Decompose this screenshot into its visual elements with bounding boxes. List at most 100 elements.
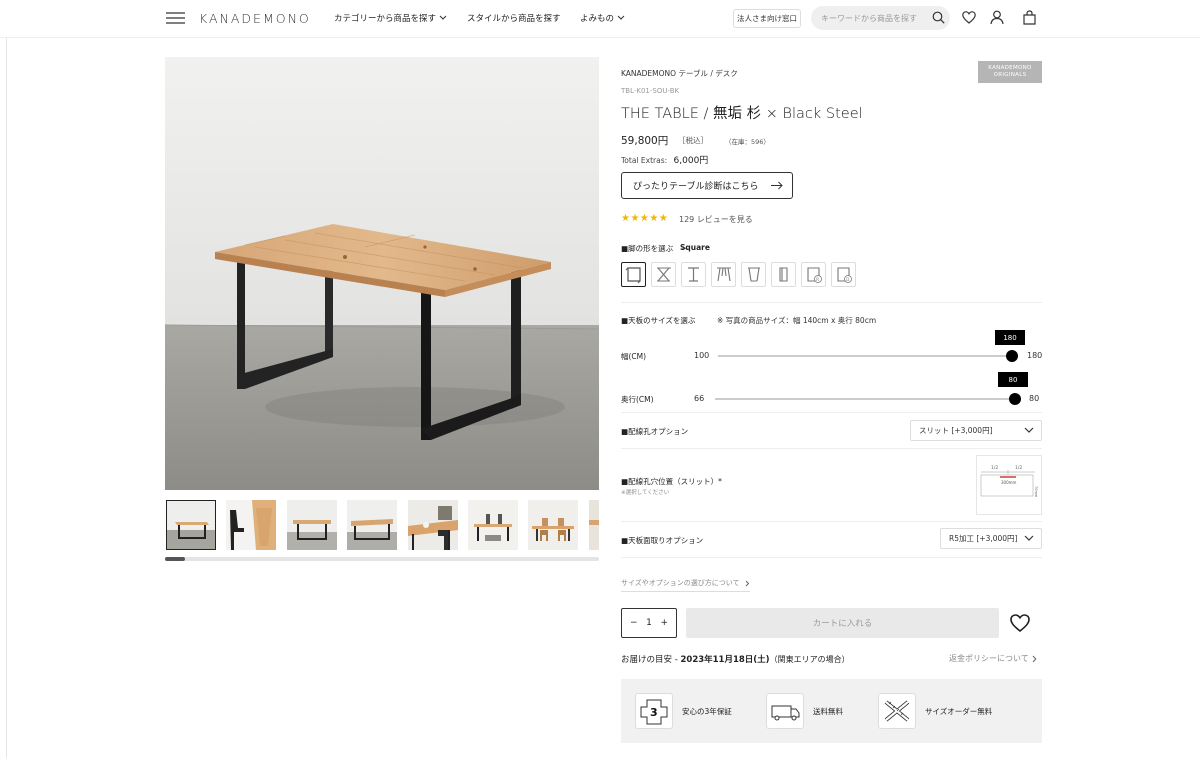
qty-value: 1: [646, 618, 652, 628]
nav-reading[interactable]: よみもの: [580, 12, 625, 24]
product-sku: TBL-K01-SOU-BK: [621, 87, 680, 95]
search-icon[interactable]: [932, 11, 945, 24]
warranty-3yr-icon: 3: [635, 693, 673, 729]
width-min: 100: [694, 351, 710, 360]
a-leg-icon[interactable]: [711, 262, 736, 287]
width-slider-track[interactable]: [718, 355, 1013, 357]
round-d-leg-icon[interactable]: D: [831, 262, 856, 287]
gallery-thumbnail[interactable]: [408, 500, 458, 550]
svg-text:3: 3: [650, 706, 658, 719]
site-logo[interactable]: KANADEMONO: [199, 11, 311, 26]
breadcrumb[interactable]: KANADEMONO テーブル / デスク: [621, 68, 738, 79]
table-diagnosis-label: ぴったりテーブル診断はこちら: [633, 182, 759, 192]
options-guide-link[interactable]: サイズやオプションの選び方について: [621, 578, 750, 592]
cart-icon[interactable]: [1023, 10, 1036, 25]
rating-stars: ★★★★★: [621, 213, 669, 224]
section-divider: [621, 412, 1042, 413]
nav-style[interactable]: スタイルから商品を探す: [467, 12, 561, 24]
leg-shape-label: ■脚の形を選ぶ —: [621, 244, 689, 253]
slit-width-label: 300mm: [1001, 480, 1017, 485]
qty-minus-button[interactable]: −: [630, 618, 638, 628]
feature-shipping-label: 送料無料: [813, 707, 843, 716]
section-divider: [621, 448, 1042, 449]
chamfer-value: R5加工 [+3,000円]: [949, 534, 1018, 543]
wiring-hole-select[interactable]: スリット [+3,000円]: [910, 420, 1042, 441]
heart-icon[interactable]: [962, 11, 976, 24]
round-r-leg-icon[interactable]: R: [801, 262, 826, 287]
options-guide-label: サイズやオプションの選び方について: [621, 579, 740, 587]
square-leg-icon[interactable]: [621, 262, 646, 287]
gallery-thumbnail[interactable]: [347, 500, 397, 550]
product-main-image[interactable]: [165, 57, 599, 490]
total-extras: Total Extras: 6,000円: [621, 153, 708, 166]
chevron-right-icon: [745, 580, 750, 587]
width-slider-knob[interactable]: [1006, 350, 1018, 362]
stock-count: （在庫：596）: [725, 138, 770, 146]
depth-min: 66: [694, 394, 705, 403]
corporate-inquiry-button[interactable]: 法人さま向け窓口: [733, 9, 801, 28]
gallery-thumbnail[interactable]: [589, 500, 599, 550]
feature-size-order-label: サイズオーダー無料: [925, 707, 993, 716]
total-extras-label: Total Extras:: [621, 156, 668, 165]
nav-style-label: スタイルから商品を探す: [467, 14, 561, 24]
gallery-scrollbar-thumb[interactable]: [165, 557, 185, 561]
reviews-link[interactable]: 129 レビューを見る: [679, 214, 753, 225]
depth-value-tooltip: 80: [998, 372, 1028, 387]
menu-icon[interactable]: [166, 12, 185, 24]
bar-leg-icon[interactable]: [771, 262, 796, 287]
section-divider: [621, 521, 1042, 522]
originals-badge-line2: ORIGINALS: [993, 72, 1027, 78]
section-divider: [621, 302, 1042, 303]
taper-leg-icon[interactable]: [741, 262, 766, 287]
slit-depth-label: 70mm: [1034, 486, 1038, 498]
svg-text:D: D: [846, 277, 849, 282]
width-value-tooltip: 180: [995, 330, 1025, 345]
slit-right-label: 1/2: [1015, 465, 1022, 471]
qty-plus-button[interactable]: +: [660, 618, 668, 628]
table-diagnosis-button[interactable]: ぴったりテーブル診断はこちら: [621, 172, 793, 199]
nav-category[interactable]: カテゴリーから商品を探す: [334, 12, 447, 24]
page-edge-rule: [6, 38, 7, 758]
add-to-cart-button[interactable]: カートに入れる: [686, 608, 999, 638]
refund-policy-link[interactable]: 返金ポリシーについて: [949, 653, 1037, 664]
gallery-thumbnail[interactable]: [287, 500, 337, 550]
quantity-stepper[interactable]: − 1 +: [621, 608, 677, 638]
width-max: 180: [1027, 351, 1043, 360]
feature-warranty-label: 安心の3年保証: [682, 707, 732, 716]
wiring-position-note: ※選択してください: [621, 490, 670, 496]
slit-position-diagram[interactable]: 1/2 1/2 300mm 70mm: [976, 455, 1042, 515]
gallery-scrollbar[interactable]: [165, 557, 599, 561]
favorite-heart-icon[interactable]: [1010, 614, 1030, 632]
depth-slider-knob[interactable]: [1009, 393, 1021, 405]
photo-size-note: ※ 写真の商品サイズ：幅 140cm x 奥行 80cm: [717, 316, 877, 325]
search-bar: [811, 6, 950, 30]
nav-category-label: カテゴリーから商品を探す: [334, 14, 437, 24]
delivery-date: 2023年11月18日(土): [680, 655, 770, 665]
svg-text:R: R: [816, 277, 819, 282]
truck-icon: [766, 693, 804, 729]
total-extras-value: 6,000円: [673, 156, 709, 166]
chevron-down-icon: [617, 15, 625, 21]
gallery-thumbnail[interactable]: [226, 500, 276, 550]
chevron-down-icon: [439, 15, 447, 21]
gallery-thumbnail[interactable]: [468, 500, 518, 550]
size-order-icon: [878, 693, 916, 729]
search-input[interactable]: [821, 11, 926, 25]
depth-label: 奥行(CM): [621, 395, 654, 404]
refund-policy-label: 返金ポリシーについて: [949, 654, 1029, 663]
product-title: THE TABLE / 無垢 杉 × Black Steel: [621, 106, 863, 122]
arrow-right-icon: [771, 181, 783, 190]
width-label: 幅(CM): [621, 352, 647, 361]
originals-badge-line1: KANADEMONO: [988, 65, 1032, 71]
i-leg-icon[interactable]: [681, 262, 706, 287]
slit-left-label: 1/2: [991, 465, 998, 471]
wiring-hole-value: スリット [+3,000円]: [919, 426, 993, 435]
chevron-down-icon: [1024, 535, 1034, 542]
depth-slider-track[interactable]: [715, 398, 1017, 400]
x-leg-icon[interactable]: [651, 262, 676, 287]
gallery-thumbnail[interactable]: [166, 500, 216, 550]
account-icon[interactable]: [990, 10, 1004, 25]
gallery-thumbnail[interactable]: [528, 500, 578, 550]
nav-reading-label: よみもの: [580, 14, 615, 24]
chamfer-select[interactable]: R5加工 [+3,000円]: [940, 528, 1042, 549]
